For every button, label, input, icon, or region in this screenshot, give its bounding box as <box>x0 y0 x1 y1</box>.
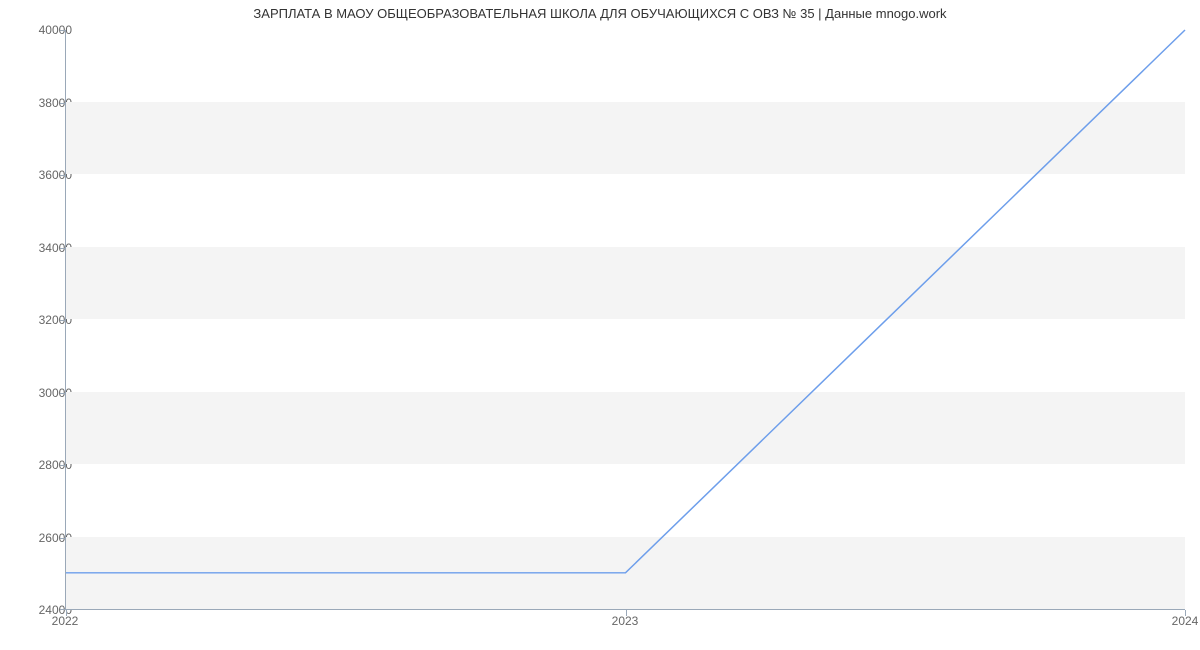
x-tick-mark <box>1185 610 1186 616</box>
x-tick-mark <box>66 610 67 616</box>
x-tick-label: 2023 <box>612 614 639 628</box>
x-tick-label: 2024 <box>1172 614 1199 628</box>
series-line <box>66 30 1185 609</box>
plot-area <box>65 30 1185 610</box>
chart-title: ЗАРПЛАТА В МАОУ ОБЩЕОБРАЗОВАТЕЛЬНАЯ ШКОЛ… <box>0 6 1200 21</box>
chart-container: ЗАРПЛАТА В МАОУ ОБЩЕОБРАЗОВАТЕЛЬНАЯ ШКОЛ… <box>0 0 1200 650</box>
x-tick-label: 2022 <box>52 614 79 628</box>
x-tick-mark <box>626 610 627 616</box>
